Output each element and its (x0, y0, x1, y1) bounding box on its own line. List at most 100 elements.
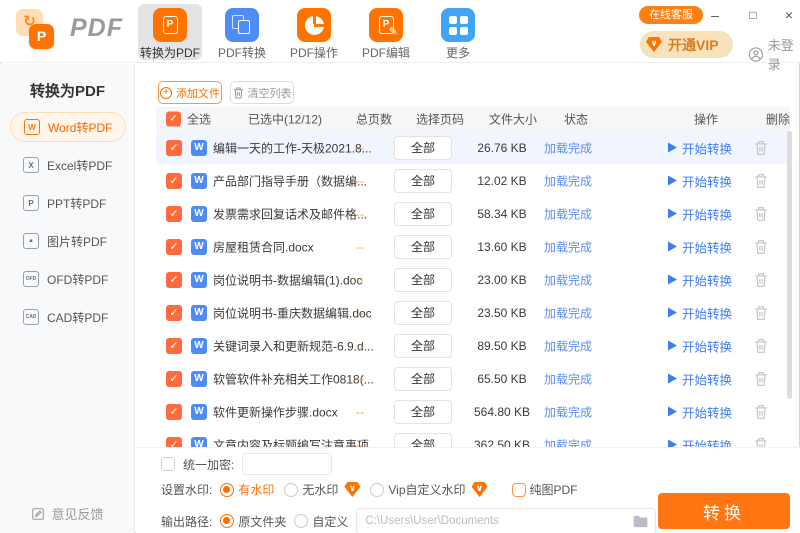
sidebar-item-word-to-pdf[interactable]: W Word转PDF (10, 112, 126, 142)
minimize-button[interactable]: – (704, 5, 726, 25)
select-all-checkbox[interactable]: ✓ (166, 112, 181, 127)
page-range-button[interactable]: 全部 (394, 334, 452, 358)
folder-icon[interactable] (633, 515, 648, 528)
tab-pdf-operations[interactable]: PDF操作 (282, 4, 346, 60)
settings-panel: 统一加密: 设置水印: 有水印 无水印 ∨ Vip自定义水印 ∨ 纯图PDF (136, 447, 800, 533)
table-header: ✓ 全选 已选中(12/12) 总页数 选择页码 文件大小 状态 操作 删除 (156, 107, 790, 131)
start-convert-button[interactable]: 开始转换 (668, 369, 732, 388)
close-button[interactable]: × (778, 5, 800, 25)
start-convert-button[interactable]: 开始转换 (668, 270, 732, 289)
feedback-button[interactable]: 意见反馈 (0, 504, 135, 523)
page-range-button[interactable]: 全部 (394, 367, 452, 391)
pdf-edit-icon: P✎ (369, 8, 403, 42)
sidebar-item-ofd-to-pdf[interactable]: OFD OFD转PDF (10, 264, 126, 294)
page-range-button[interactable]: 全部 (394, 136, 452, 160)
delete-icon[interactable] (754, 437, 768, 447)
login-button[interactable]: 未登录 (748, 35, 800, 73)
row-checkbox[interactable]: ✓ (166, 305, 182, 321)
app-window: ↻ P PDF P 转换为PDF PDF转换 PDF操作 P✎ PDF编辑 更多… (0, 0, 800, 533)
unify-encrypt-checkbox[interactable] (161, 457, 175, 471)
page-range-button[interactable]: 全部 (394, 433, 452, 448)
col-status: 状态 (564, 111, 588, 128)
tab-convert-to-pdf[interactable]: P 转换为PDF (138, 4, 202, 60)
row-checkbox[interactable]: ✓ (166, 140, 182, 156)
page-range-button[interactable]: 全部 (394, 400, 452, 424)
sidebar-item-ppt-to-pdf[interactable]: P PPT转PDF (10, 188, 126, 218)
cad-doc-icon: CAD (23, 309, 39, 325)
delete-icon[interactable] (754, 404, 768, 419)
pure-image-pdf-checkbox[interactable] (512, 483, 526, 497)
col-file-size: 文件大小 (489, 111, 537, 128)
open-vip-button[interactable]: ∨ 开通VIP (640, 31, 733, 58)
online-service-badge[interactable]: 在线客服 (639, 6, 703, 24)
start-convert-button[interactable]: 开始转换 (668, 171, 732, 190)
clear-list-button[interactable]: 清空列表 (230, 81, 294, 104)
row-checkbox[interactable]: ✓ (166, 239, 182, 255)
page-range-button[interactable]: 全部 (394, 169, 452, 193)
output-path-input[interactable] (365, 515, 629, 527)
table-row: ✓ W 关键词录入和更新规范-6.9.d... -- 全部 89.50 KB 加… (156, 329, 790, 362)
sidebar-item-label: Word转PDF (48, 119, 112, 136)
maximize-button[interactable]: □ (742, 5, 764, 25)
word-file-icon: W (191, 239, 207, 255)
watermark-with-radio[interactable] (220, 483, 234, 497)
sidebar-item-image-to-pdf[interactable]: ▲ 图片转PDF (10, 226, 126, 256)
page-range-button[interactable]: 全部 (394, 268, 452, 292)
delete-icon[interactable] (754, 173, 768, 188)
tab-pdf-edit[interactable]: P✎ PDF编辑 (354, 4, 418, 60)
page-count: -- (348, 405, 372, 419)
tab-more[interactable]: 更多 (426, 4, 490, 60)
delete-icon[interactable] (754, 206, 768, 221)
add-files-button[interactable]: + 添加文件 (158, 81, 222, 104)
col-total-pages: 总页数 (356, 111, 392, 128)
row-checkbox[interactable]: ✓ (166, 173, 182, 189)
watermark-without-radio[interactable] (284, 483, 298, 497)
output-original-radio[interactable] (220, 514, 234, 528)
tab-label: PDF编辑 (354, 44, 418, 61)
page-count: -- (348, 240, 372, 254)
start-convert-button[interactable]: 开始转换 (668, 303, 732, 322)
play-icon (668, 242, 677, 252)
watermark-custom-radio[interactable] (370, 483, 384, 497)
pdf-convert-icon (225, 8, 259, 42)
row-checkbox[interactable]: ✓ (166, 437, 182, 448)
start-convert-button[interactable]: 开始转换 (668, 204, 732, 223)
page-count: -- (348, 306, 372, 320)
delete-icon[interactable] (754, 239, 768, 254)
page-range-button[interactable]: 全部 (394, 301, 452, 325)
output-custom-radio[interactable] (294, 514, 308, 528)
excel-doc-icon: X (23, 157, 39, 173)
row-checkbox[interactable]: ✓ (166, 404, 182, 420)
page-range-button[interactable]: 全部 (394, 235, 452, 259)
table-row: ✓ W 岗位说明书-重庆数据编辑.doc -- 全部 23.50 KB 加载完成… (156, 296, 790, 329)
row-checkbox[interactable]: ✓ (166, 338, 182, 354)
delete-icon[interactable] (754, 305, 768, 320)
sidebar-item-cad-to-pdf[interactable]: CAD CAD转PDF (10, 302, 126, 332)
delete-icon[interactable] (754, 371, 768, 386)
delete-icon[interactable] (754, 338, 768, 353)
row-checkbox[interactable]: ✓ (166, 206, 182, 222)
login-label: 未登录 (768, 35, 800, 73)
start-convert-button[interactable]: 开始转换 (668, 138, 732, 157)
word-file-icon: W (191, 305, 207, 321)
delete-icon[interactable] (754, 140, 768, 155)
delete-icon[interactable] (754, 272, 768, 287)
row-checkbox[interactable]: ✓ (166, 272, 182, 288)
col-action: 操作 (694, 111, 718, 128)
start-convert-button[interactable]: 开始转换 (668, 435, 732, 447)
scrollbar-thumb[interactable] (787, 131, 792, 399)
start-convert-label: 开始转换 (682, 336, 732, 355)
start-convert-button[interactable]: 开始转换 (668, 402, 732, 421)
page-range-button[interactable]: 全部 (394, 202, 452, 226)
start-convert-button[interactable]: 开始转换 (668, 237, 732, 256)
vertical-scrollbar[interactable] (787, 131, 792, 447)
row-checkbox[interactable]: ✓ (166, 371, 182, 387)
start-convert-button[interactable]: 开始转换 (668, 336, 732, 355)
sidebar-item-excel-to-pdf[interactable]: X Excel转PDF (10, 150, 126, 180)
status-text: 加载完成 (544, 238, 592, 255)
tab-pdf-convert[interactable]: PDF转换 (210, 4, 274, 60)
start-convert-label: 开始转换 (682, 138, 732, 157)
convert-button[interactable]: 转换 (658, 493, 790, 529)
file-size: 23.00 KB (462, 273, 542, 287)
encrypt-password-input[interactable] (242, 453, 332, 475)
